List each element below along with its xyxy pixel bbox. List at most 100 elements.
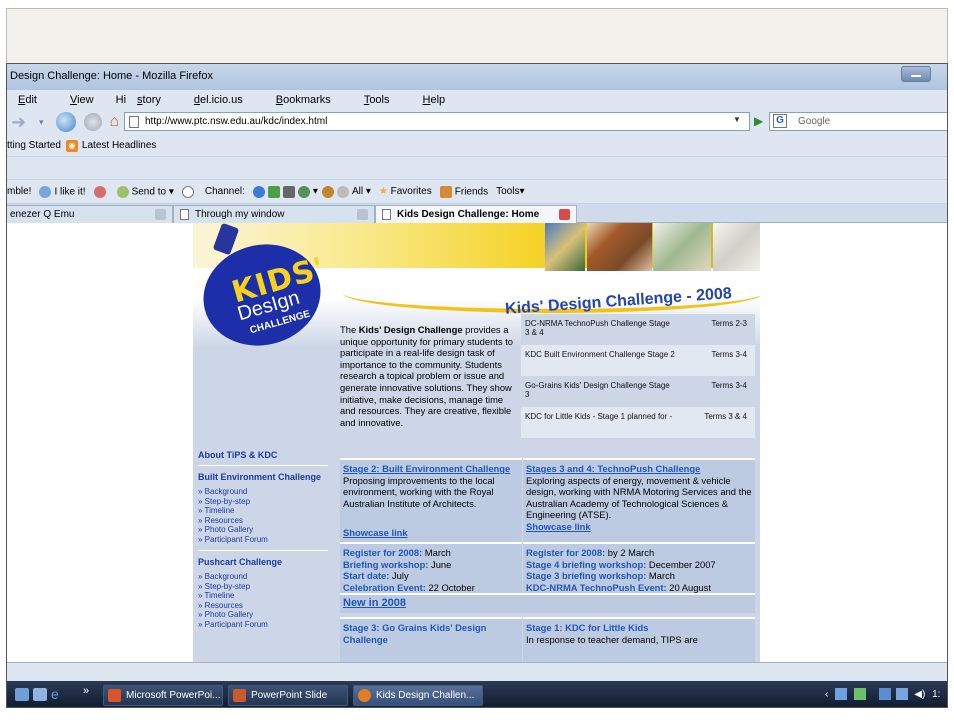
nav-about-link[interactable]: About TiPS & KDC [198,450,328,461]
show-desktop-icon[interactable] [15,688,29,701]
menu-bar: Edit View Hi story del.icio.us Bookmarks Tools… [7,90,947,109]
stage34-event: KDC-NRMA TechnoPush Event: 20 August [526,581,711,593]
menu-item[interactable]: Help [412,94,457,106]
switch-windows-icon[interactable] [33,688,47,701]
stage2-showcase-link[interactable]: Showcase link [343,527,408,539]
stage34-s3-briefing: Stage 3 briefing workshop: March [526,570,675,582]
stop-icon[interactable] [83,113,102,131]
channel-tag-icon[interactable] [336,185,349,198]
nav-link[interactable]: » Resources [198,516,328,526]
stage34-showcase-link[interactable]: Showcase link [526,521,752,533]
stage3-grains-title[interactable]: Stage 3: Go Grains Kids' Design Challeng… [343,622,519,645]
nav-link[interactable]: » Step-by-step [198,582,328,592]
friends-button[interactable]: Friends [439,185,489,198]
reload-icon[interactable] [55,112,76,132]
friends-label: Friends [454,186,489,198]
search-placeholder: Google [798,116,831,127]
menu-item[interactable]: Bookmarks [265,94,342,106]
tools-menu[interactable]: Tools▾ [496,186,524,197]
volume-icon[interactable]: ◀) [914,689,925,700]
nav-link[interactable]: » Participant Forum [198,620,328,630]
dislike-button[interactable] [93,185,109,198]
new-in-2008-link[interactable]: New in 2008 [340,593,755,613]
star-icon: ★ [378,186,388,197]
search-field[interactable]: G Google [769,112,947,131]
channel-photo-icon[interactable] [267,185,280,198]
slideshow-icon [233,689,246,702]
nav-link[interactable]: » Timeline [198,591,328,601]
tray-network-icon[interactable] [835,688,848,701]
all-dropdown[interactable]: All ▾ [352,186,371,197]
tab-kids-design-challenge[interactable]: Kids Design Challenge: Home [375,205,577,223]
go-icon[interactable]: ▶ [754,114,763,128]
rss-icon: ◉ [65,139,78,152]
history-dropdown-icon[interactable]: ▾ [39,117,44,128]
menu-item[interactable]: Edit [7,94,48,106]
nav-link[interactable]: » Photo Gallery [198,610,328,620]
comment-button[interactable] [181,185,197,198]
nav-link[interactable]: » Photo Gallery [198,525,328,535]
nav-link[interactable]: » Background [198,487,328,497]
tray-app-icon[interactable] [853,688,866,701]
channel-video-icon[interactable] [282,185,295,198]
menu-item[interactable]: del.icio.us [183,94,254,106]
clock[interactable]: 1: [932,689,940,700]
url-dropdown-icon[interactable]: ▼ [733,115,741,124]
nav-built-heading[interactable]: Built Environment Challenge [198,472,328,483]
stage1-title[interactable]: Stage 1: KDC for Little Kids [526,622,752,634]
close-tab-icon[interactable] [357,209,368,220]
taskbar-firefox[interactable]: Kids Design Challen... [353,685,483,706]
menu-item[interactable]: Tools [353,94,401,106]
channel-globe-icon[interactable] [252,185,265,198]
tray-monitor-icon[interactable] [878,688,891,701]
url-field[interactable]: http://www.ptc.nsw.edu.au/kdc/index.html [124,112,750,131]
stage34-title-link[interactable]: Stages 3 and 4: TechnoPush Challenge [526,463,752,475]
taskbar-powerpoint[interactable]: Microsoft PowerPoi... [103,685,223,706]
taskbar-slideshow[interactable]: PowerPoint Slide Sh... [228,685,348,706]
taskbar-label: PowerPoint Slide Sh... [251,690,328,701]
banner-photo [653,223,711,271]
send-to-button[interactable]: Send to ▾ [116,185,174,198]
nav-link[interactable]: » Step-by-step [198,497,328,507]
nav-link[interactable]: » Resources [198,601,328,611]
nav-link[interactable]: » Timeline [198,506,328,516]
bookmarks-toolbar: tting Started ◉ Latest Headlines [7,135,947,157]
tools-label: Tools [496,186,520,197]
nav-link[interactable]: » Participant Forum [198,535,328,545]
tray-chevron-icon[interactable]: ‹ [825,689,828,700]
minimize-button[interactable] [901,66,931,82]
stumble-button[interactable]: mble! [7,186,31,197]
stage2-register: Register for 2008: March [343,547,451,558]
close-tab-icon[interactable] [559,209,570,220]
favorites-button[interactable]: ★ Favorites [379,186,432,197]
nav-pushcart-heading[interactable]: Pushcart Challenge [198,557,328,568]
bookmark-getting-started[interactable]: tting Started [7,140,61,151]
google-search-icon[interactable]: G [773,114,787,128]
close-tab-icon[interactable] [155,209,166,220]
stage2-title-link[interactable]: Stage 2: Built Environment Challenge [343,463,519,475]
stage34-description: Exploring aspects of energy, movement & … [526,474,752,521]
stage34-register: Register for 2008: by 2 March [526,547,655,558]
stage2-celebration: Celebration Event: 22 October [343,581,475,593]
tab-ebenezer[interactable]: enezer Q Emu [7,205,173,223]
taskbar-label: Microsoft PowerPoi... [126,690,221,701]
bookmark-latest-headlines[interactable]: Latest Headlines [82,140,157,151]
menu-item[interactable]: View [59,94,105,106]
channel-star-icon[interactable] [297,185,310,198]
back-arrow-icon[interactable]: ➜ [11,113,33,131]
internet-explorer-icon[interactable]: e [51,687,65,701]
like-button[interactable]: I like it! [39,185,86,198]
window-titlebar: Design Challenge: Home - Mozilla Firefox [7,64,947,90]
channel-people-icon[interactable] [321,185,334,198]
page-icon [382,208,391,220]
status-bar [7,662,947,681]
windows-taskbar: e » Microsoft PowerPoi... PowerPoint Sli… [7,681,947,707]
tab-through-my-window[interactable]: Through my window [173,205,375,223]
nav-link[interactable]: » Background [198,572,328,582]
term-row: Go-Grains Kids' Design Challenge Stage 3… [521,376,755,407]
menu-item[interactable]: Hi story [116,94,172,106]
tab-bar: enezer Q Emu Through my window Kids Desi… [7,204,947,223]
channel-label: Channel: [204,186,245,197]
tray-display-icon[interactable] [896,688,909,701]
quicklaunch-chevron[interactable]: » [83,685,89,697]
